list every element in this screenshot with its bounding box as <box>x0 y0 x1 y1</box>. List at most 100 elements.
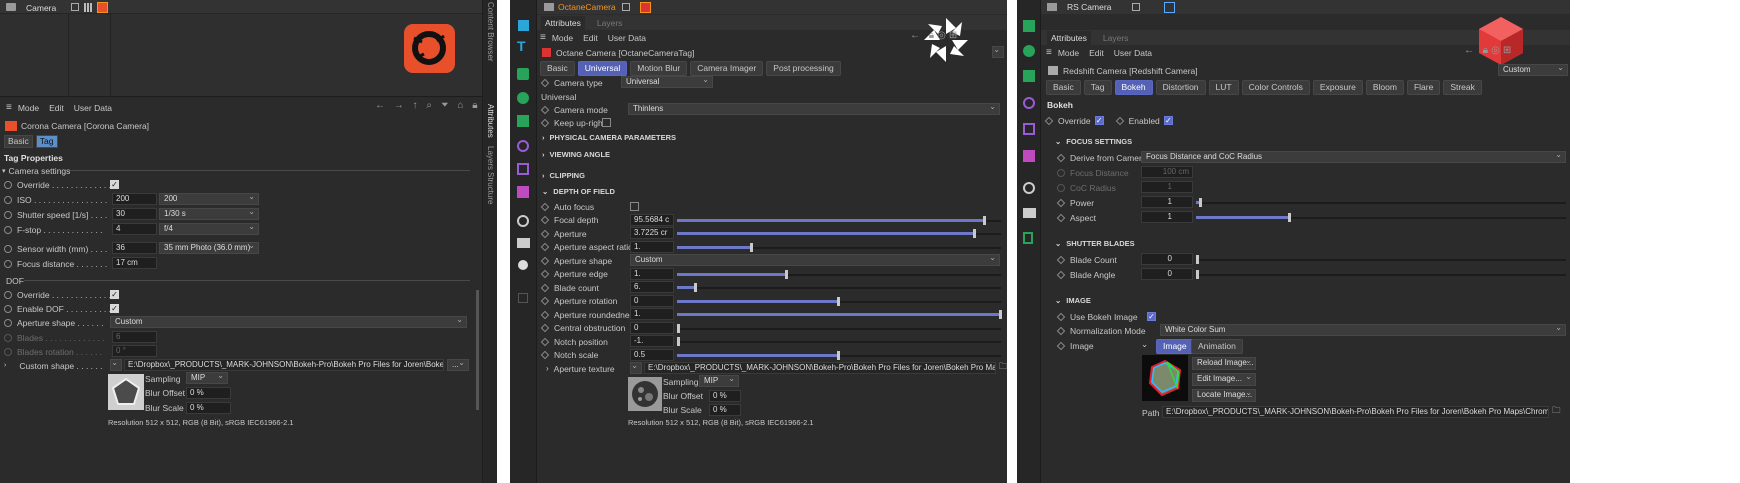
anim-dot-icon[interactable] <box>1056 213 1066 222</box>
volume-icon[interactable] <box>517 186 529 198</box>
slider-knob[interactable] <box>749 242 753 252</box>
aperture-shape-dropdown[interactable]: Custom <box>110 316 467 328</box>
anim-dot-icon[interactable] <box>540 78 550 87</box>
menu-edit[interactable]: Edit <box>1089 48 1104 58</box>
override-checkbox[interactable] <box>110 180 119 189</box>
scene-icon[interactable] <box>1023 182 1035 194</box>
param-value-input[interactable]: 6. <box>630 281 674 293</box>
side-tab-layers[interactable]: Layers <box>486 146 495 170</box>
anim-dot-icon[interactable] <box>540 105 550 114</box>
deformer-icon[interactable] <box>517 115 529 127</box>
shutter-preset-dropdown[interactable]: 1/30 s <box>159 208 259 220</box>
slider-knob[interactable] <box>1287 213 1291 222</box>
group-focus-settings[interactable]: ⌄ FOCUS SETTINGS <box>1055 134 1570 149</box>
group-depth-of-field[interactable]: ⌄ DEPTH OF FIELD <box>542 184 1007 199</box>
text-icon[interactable]: T <box>517 38 526 54</box>
tab-layers[interactable]: Layers <box>1103 33 1129 43</box>
menu-mode[interactable]: Mode <box>552 33 573 43</box>
octane-tag-icon[interactable] <box>640 2 651 13</box>
anim-dot-icon[interactable] <box>1056 312 1066 321</box>
param-value-input[interactable]: 1. <box>630 240 674 253</box>
light-icon[interactable] <box>1023 232 1033 244</box>
use-bokeh-image-checkbox[interactable] <box>1147 312 1156 321</box>
custom-shape-path[interactable]: E:\Dropbox\_PRODUCTS\_MARK-JOHNSON\Bokeh… <box>124 359 444 371</box>
shape-options-dropdown[interactable] <box>110 359 122 371</box>
camera-tool-icon[interactable] <box>1023 208 1036 218</box>
redshift-tag-icon[interactable] <box>1164 2 1175 13</box>
enable-dof-checkbox[interactable] <box>110 304 119 313</box>
menu-edit[interactable]: Edit <box>49 103 64 113</box>
locate-image-button[interactable]: Locate Image... <box>1192 389 1256 402</box>
camera-tool-icon[interactable] <box>517 238 530 248</box>
generator-icon[interactable] <box>1023 20 1035 32</box>
slider-knob[interactable] <box>982 215 986 225</box>
anim-dot-icon[interactable] <box>4 333 12 342</box>
spline-icon[interactable] <box>517 163 529 175</box>
anim-dot-icon[interactable] <box>1056 198 1066 207</box>
side-tab-attributes[interactable]: Attributes <box>486 104 495 138</box>
visibility-icon[interactable] <box>622 3 630 11</box>
blur-offset-input[interactable]: 0 % <box>709 390 741 402</box>
blades-rotation-input[interactable]: 0 ° <box>112 345 157 357</box>
group-physical-camera[interactable]: › PHYSICAL CAMERA PARAMETERS <box>542 130 1007 145</box>
tab-distortion[interactable]: Distortion <box>1155 79 1206 95</box>
tab-motion-blur[interactable]: Motion Blur <box>630 61 688 76</box>
power-slider[interactable] <box>1196 195 1566 210</box>
slider-knob[interactable] <box>837 296 840 306</box>
reload-image-button[interactable]: Reload Image... <box>1192 357 1256 370</box>
blade-angle-input[interactable]: 0 <box>1141 268 1193 280</box>
volume-icon[interactable] <box>1023 150 1035 162</box>
anim-dot-icon[interactable] <box>1057 168 1065 177</box>
pen-icon[interactable] <box>518 293 528 303</box>
spline-icon[interactable] <box>1023 123 1035 135</box>
browse-button[interactable]: ... <box>447 359 469 371</box>
group-shutter-blades[interactable]: ⌄ SHUTTER BLADES <box>1055 236 1570 251</box>
camera-object-icon[interactable] <box>6 3 16 11</box>
nav-toolbar-icons[interactable]: ← 🔒︎◎⊞ <box>1464 45 1514 56</box>
shutter-input[interactable]: 30 <box>112 208 157 220</box>
hamburger-icon[interactable]: ≡ <box>540 32 546 43</box>
group-image[interactable]: ⌄ IMAGE <box>1055 293 1570 308</box>
image-options-icon[interactable]: ⌄ <box>1141 339 1148 350</box>
tab-layers[interactable]: Layers <box>597 18 623 28</box>
menu-user-data[interactable]: User Data <box>608 33 646 43</box>
tab-bokeh[interactable]: Bokeh <box>1114 79 1153 95</box>
blur-scale-input[interactable]: 0 % <box>186 402 231 414</box>
scrollbar[interactable] <box>476 290 479 410</box>
nav-toolbar-icons[interactable]: ← → ↑ ⌕ ⏷ ⌂ 🔒︎ ◎ ⊞ <box>375 100 497 111</box>
sensor-preset-dropdown[interactable]: 35 mm Photo (36.0 mm) <box>159 242 259 254</box>
texture-options-dropdown[interactable] <box>630 362 642 374</box>
hamburger-icon[interactable]: ≡ <box>1046 47 1052 58</box>
param-value-input[interactable]: -1. <box>630 335 674 347</box>
slider-knob[interactable] <box>1198 198 1202 207</box>
collapse-icon[interactable]: ▾ <box>2 167 6 175</box>
power-input[interactable]: 1 <box>1141 196 1193 208</box>
auto-focus-checkbox[interactable] <box>630 202 639 211</box>
tab-bloom[interactable]: Bloom <box>1365 79 1404 95</box>
tab-camera-imager[interactable]: Camera Imager <box>690 61 764 76</box>
visibility-icon[interactable] <box>1132 3 1140 11</box>
anim-dot-icon[interactable] <box>540 229 550 238</box>
image-tab-animation[interactable]: Animation <box>1191 339 1243 354</box>
tab-basic[interactable]: Basic <box>540 61 575 76</box>
group-viewing-angle[interactable]: › VIEWING ANGLE <box>542 147 1007 162</box>
object-name[interactable]: OctaneCamera <box>558 2 616 12</box>
visibility-icon[interactable] <box>71 3 79 11</box>
anim-dot-icon[interactable] <box>4 259 12 268</box>
cube-icon[interactable] <box>518 20 529 31</box>
tab-streak[interactable]: Streak <box>1443 79 1482 95</box>
bokeh-image-thumbnail[interactable] <box>1142 355 1188 401</box>
menu-user-data[interactable]: User Data <box>74 103 112 113</box>
blur-offset-input[interactable]: 0 % <box>186 387 231 399</box>
tab-lut[interactable]: LUT <box>1208 79 1239 95</box>
camera-type-dropdown[interactable]: Universal <box>621 76 713 88</box>
camera-mode-dropdown[interactable]: Thinlens <box>628 103 1000 115</box>
anim-dot-icon[interactable] <box>1056 326 1066 335</box>
param-value-input[interactable]: 0.5 <box>630 348 674 361</box>
anim-dot-icon[interactable] <box>1056 270 1066 279</box>
anim-dot-icon[interactable] <box>540 350 550 360</box>
param-value-input[interactable]: 0 <box>630 321 674 334</box>
side-tab-structure[interactable]: Structure <box>486 172 495 204</box>
texture-thumbnail[interactable] <box>628 377 662 411</box>
anim-dot-icon[interactable] <box>4 210 12 219</box>
